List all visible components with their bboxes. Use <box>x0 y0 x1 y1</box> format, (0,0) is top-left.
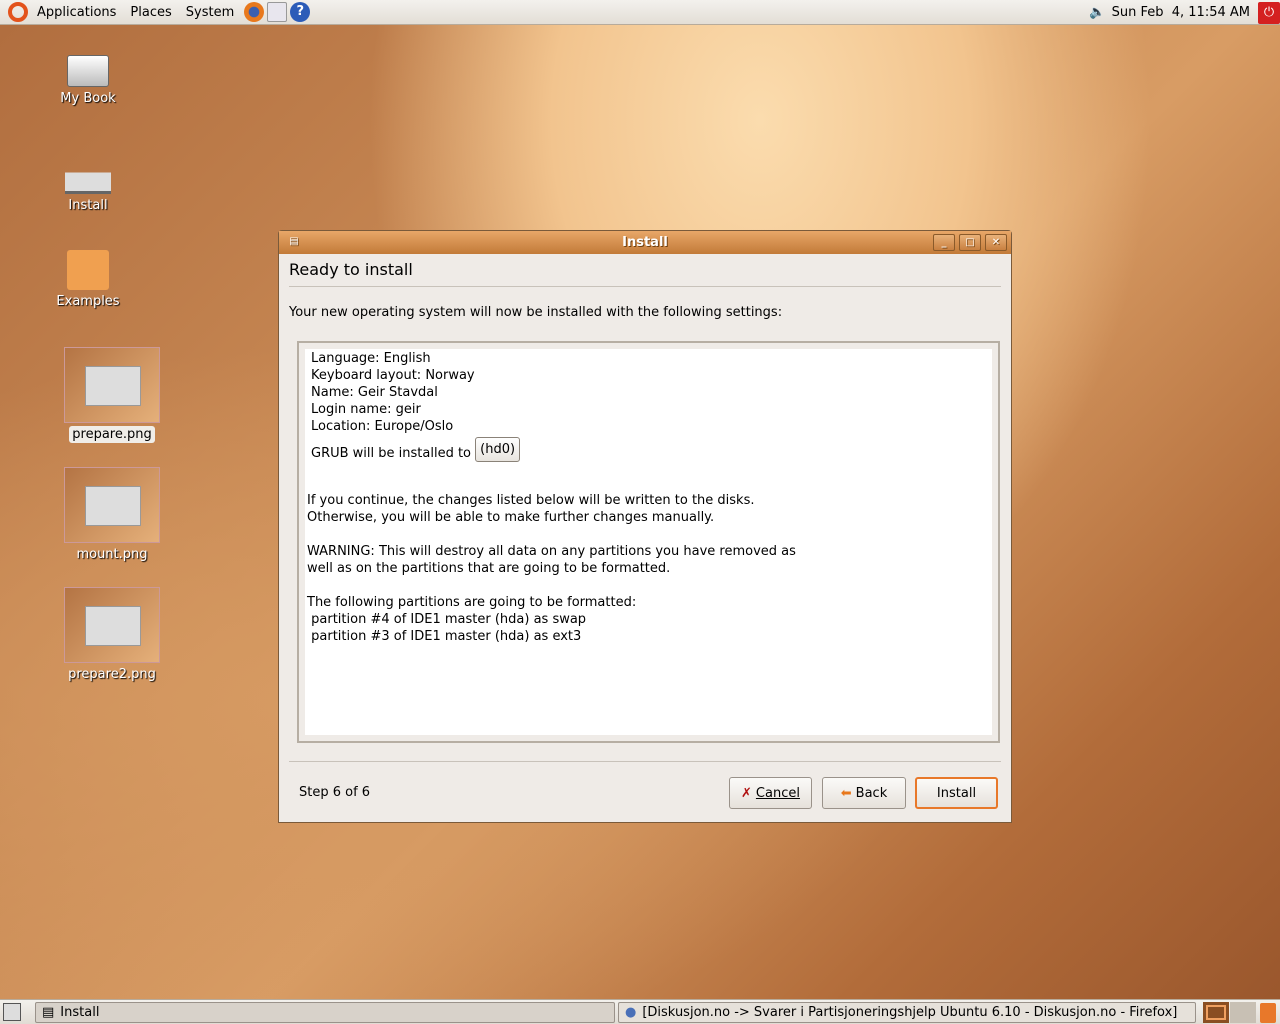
firefox-icon[interactable] <box>244 2 265 22</box>
summary-line: Otherwise, you will be able to make furt… <box>307 510 715 525</box>
task-firefox[interactable]: ● [Diskusjon.no -> Svarer i Partisjonerin… <box>618 1002 1196 1023</box>
setting-keyboard: Keyboard layout: Norway <box>311 368 475 383</box>
desktop-icon-prepare-png[interactable]: prepare.png <box>62 347 162 443</box>
window-title: Install <box>622 235 668 250</box>
menu-places[interactable]: Places <box>123 5 178 20</box>
globe-icon: ● <box>625 1005 637 1020</box>
summary-line: The following partitions are going to be… <box>307 595 637 610</box>
task-install[interactable]: ▤ Install <box>35 1002 615 1023</box>
back-arrow-icon: ⬅ <box>840 785 852 801</box>
desktop-icon-examples[interactable]: Examples <box>38 250 138 309</box>
grub-device-button[interactable]: (hd0) <box>475 437 521 462</box>
help-icon[interactable]: ? <box>290 2 311 22</box>
close-button[interactable]: ✕ <box>985 234 1007 251</box>
maximize-button[interactable]: □ <box>959 234 981 251</box>
summary-text: Language: English Keyboard layout: Norwa… <box>305 349 992 735</box>
show-desktop-icon[interactable] <box>3 1003 21 1021</box>
step-label: Step 6 of 6 <box>299 785 371 800</box>
installer-icon: ▤ <box>289 236 299 247</box>
minimize-button[interactable]: _ <box>933 234 955 251</box>
install-button[interactable]: Install <box>915 777 998 809</box>
menu-applications[interactable]: Applications <box>30 5 123 20</box>
summary-line: WARNING: This will destroy all data on a… <box>307 544 796 559</box>
summary-line: partition #3 of IDE1 master (hda) as ext… <box>307 629 582 644</box>
setting-location: Location: Europe/Oslo <box>311 419 454 434</box>
page-title: Ready to install <box>289 260 1001 287</box>
volume-icon[interactable]: 🔈 <box>1089 5 1105 20</box>
summary-line: partition #4 of IDE1 master (hda) as swa… <box>307 612 587 627</box>
summary-box: Language: English Keyboard layout: Norwa… <box>297 341 1000 743</box>
install-window: Install ▤ _ □ ✕ Ready to install Your ne… <box>278 230 1012 823</box>
grub-label: GRUB will be installed to <box>311 446 471 461</box>
drive-icon <box>67 55 109 87</box>
setting-login: Login name: geir <box>311 402 421 417</box>
image-thumbnail <box>64 587 160 663</box>
bottom-panel: ▤ Install ● [Diskusjon.no -> Svarer i Part… <box>0 999 1280 1024</box>
summary-line: If you continue, the changes listed belo… <box>307 493 755 508</box>
desktop-icon-prepare2-png[interactable]: prepare2.png <box>62 587 162 682</box>
cancel-button[interactable]: ✗ Cancel <box>729 777 812 809</box>
installer-icon <box>65 150 111 194</box>
image-thumbnail <box>64 467 160 543</box>
title-bar[interactable]: Install ▤ _ □ ✕ <box>279 231 1011 254</box>
top-panel: Applications Places System ? 🔈 Sun Feb 4… <box>0 0 1280 25</box>
power-icon[interactable]: ⏻ <box>1258 1 1280 24</box>
desktop-icon-mount-png[interactable]: mount.png <box>62 467 162 562</box>
desktop-icon-install[interactable]: Install <box>38 150 138 213</box>
separator <box>289 761 1001 762</box>
desktop-icon-my-book[interactable]: My Book <box>38 55 138 106</box>
workspace-2[interactable] <box>1230 1002 1256 1023</box>
menu-system[interactable]: System <box>179 5 241 20</box>
folder-icon <box>67 250 109 290</box>
summary-line <box>307 526 990 543</box>
cancel-icon: ✗ <box>741 785 752 801</box>
trash-icon[interactable] <box>1260 1003 1276 1023</box>
workspace-1[interactable] <box>1203 1002 1229 1023</box>
back-button[interactable]: ⬅ Back <box>822 777 906 809</box>
image-thumbnail <box>64 347 160 423</box>
setting-language: Language: English <box>311 351 431 366</box>
clock[interactable]: Sun Feb 4, 11:54 AM <box>1112 5 1250 20</box>
setting-name: Name: Geir Stavdal <box>311 385 438 400</box>
ubuntu-logo-icon[interactable] <box>8 2 28 22</box>
mail-icon[interactable] <box>267 2 288 22</box>
summary-line <box>307 577 990 594</box>
installer-icon: ▤ <box>42 1005 55 1020</box>
summary-line: well as on the partitions that are going… <box>307 561 671 576</box>
intro-text: Your new operating system will now be in… <box>289 305 783 320</box>
